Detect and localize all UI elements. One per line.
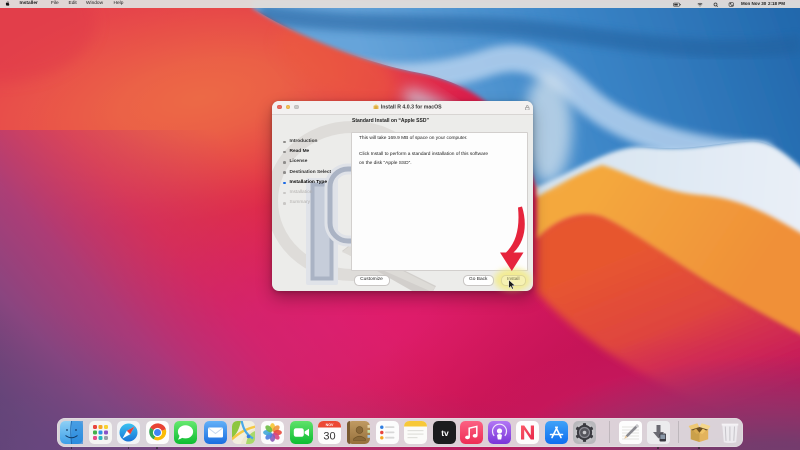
svg-text:tv: tv [441, 428, 449, 438]
svg-text:NOV: NOV [326, 423, 334, 427]
svg-text:30: 30 [324, 431, 336, 443]
